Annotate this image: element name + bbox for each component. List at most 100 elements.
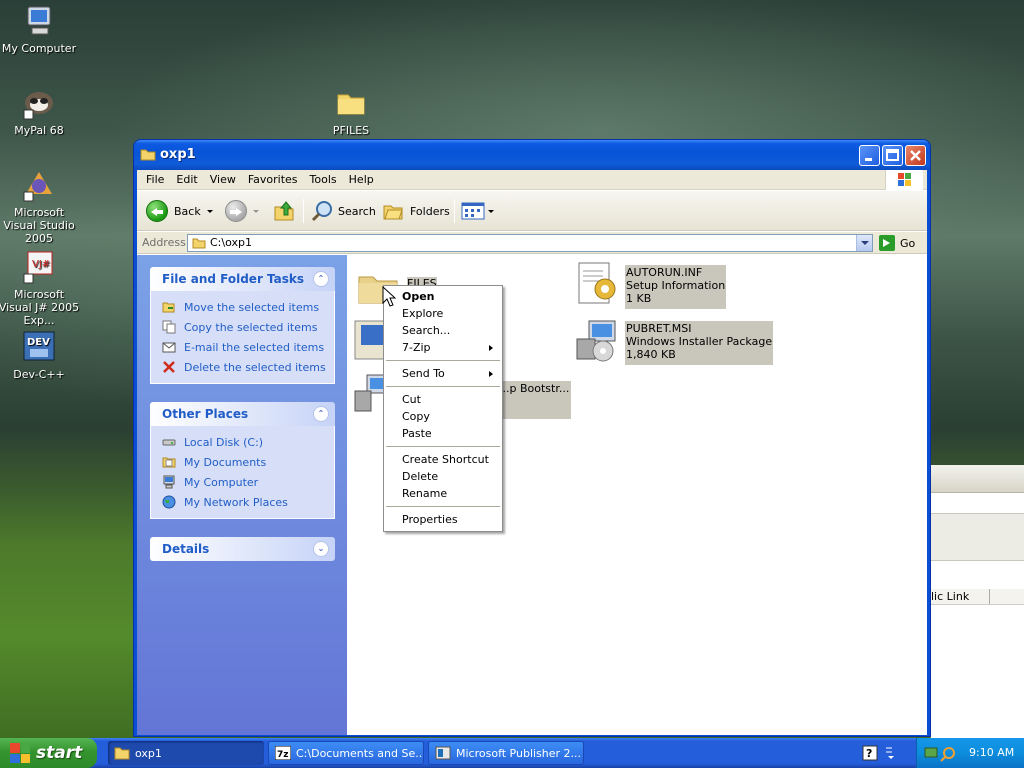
- go-label: Go: [900, 236, 916, 250]
- menu-create-shortcut[interactable]: Create Shortcut: [384, 451, 502, 468]
- desktop-icon-visual-jsharp[interactable]: VJ# Microsoft Visual J# 2005 Exp...: [0, 250, 81, 327]
- task-email-items[interactable]: E-mail the selected items: [162, 337, 334, 357]
- search-button[interactable]: Search: [310, 199, 376, 223]
- email-icon: [162, 340, 176, 354]
- toolbar-separator: [303, 199, 304, 223]
- place-network[interactable]: My Network Places: [162, 492, 334, 512]
- menu-separator: [386, 360, 500, 361]
- clock[interactable]: 9:10 AM: [969, 746, 1014, 759]
- file-item[interactable]: AUTORUN.INF Setup Information 1 KB: [573, 261, 727, 309]
- panel-title: Other Places: [162, 407, 249, 421]
- menu-properties[interactable]: Properties: [384, 511, 502, 528]
- menu-file[interactable]: File: [140, 170, 170, 188]
- explorer-window: oxp1 FileEditViewFavoritesToolsHelp: [133, 139, 931, 737]
- menu-send-to[interactable]: Send To: [384, 365, 502, 382]
- back-label: Back: [174, 204, 201, 218]
- desktop-icon-label: Microsoft Visual Studio 2005: [3, 206, 75, 245]
- menu-7zip[interactable]: 7-Zip: [384, 339, 502, 356]
- expand-icon[interactable]: ⌄: [313, 541, 329, 557]
- file-name: AUTORUN.INF: [626, 266, 703, 279]
- close-button[interactable]: [905, 145, 926, 166]
- folder-icon: [114, 746, 130, 760]
- chevron-down-icon[interactable]: [206, 209, 213, 213]
- chevron-down-icon[interactable]: [253, 209, 259, 213]
- help-icon: ?: [862, 745, 894, 761]
- panel-header[interactable]: File and Folder Tasks ⌃: [150, 267, 335, 291]
- windows-logo-icon: [10, 743, 30, 763]
- place-my-computer[interactable]: My Computer: [162, 472, 334, 492]
- back-button[interactable]: Back: [146, 199, 213, 223]
- window-client: FileEditViewFavoritesToolsHelp Back: [137, 170, 927, 735]
- file-size: 1,840 KB: [626, 348, 676, 361]
- window-title: oxp1: [160, 147, 196, 162]
- menu-delete[interactable]: Delete: [384, 468, 502, 485]
- go-button[interactable]: Go: [879, 234, 915, 252]
- collapse-icon[interactable]: ⌃: [313, 271, 329, 287]
- desktop-icon-label: MyPal 68: [14, 124, 64, 137]
- file-name: ...p Bootstr...: [499, 382, 570, 395]
- maximize-button[interactable]: [882, 145, 903, 166]
- move-icon: [162, 300, 176, 314]
- menu-view[interactable]: View: [204, 170, 242, 188]
- place-my-documents[interactable]: My Documents: [162, 452, 334, 472]
- panel-header[interactable]: Other Places ⌃: [150, 402, 335, 426]
- menu-copy[interactable]: Copy: [384, 408, 502, 425]
- dev-cpp-icon: DEV: [22, 330, 56, 364]
- background-window[interactable]: lic Link: [930, 465, 1024, 738]
- submenu-arrow-icon: [489, 371, 493, 377]
- file-name: PUBRET.MSI: [626, 322, 692, 335]
- menu-rename[interactable]: Rename: [384, 485, 502, 502]
- minimize-button[interactable]: [859, 145, 880, 166]
- details-panel: Details ⌄: [150, 537, 335, 561]
- address-value: C:\oxp1: [210, 236, 252, 249]
- folder-icon: [140, 148, 156, 161]
- svg-text:DEV: DEV: [27, 337, 50, 348]
- language-bar[interactable]: ?: [862, 744, 902, 762]
- start-label: start: [36, 743, 83, 763]
- file-item[interactable]: PUBRET.MSI Windows Installer Package 1,8…: [573, 317, 774, 365]
- collapse-icon[interactable]: ⌃: [313, 406, 329, 422]
- taskbar-task-publisher[interactable]: Microsoft Publisher 2...: [428, 741, 584, 765]
- task-copy-items[interactable]: Copy the selected items: [162, 317, 334, 337]
- submenu-arrow-icon: [489, 345, 493, 351]
- menu-bar: File Edit View Favorites Tools Help: [137, 170, 927, 190]
- address-input[interactable]: C:\oxp1: [187, 234, 873, 252]
- desktop-icon-dev-cpp[interactable]: DEV Dev-C++: [0, 330, 81, 381]
- up-folder-button[interactable]: [272, 199, 296, 223]
- folder-icon: [192, 238, 206, 249]
- toolbar: Back Search Folders: [137, 191, 927, 231]
- menu-tools[interactable]: Tools: [304, 170, 343, 188]
- desktop-icon-pfiles[interactable]: PFILES: [309, 86, 393, 137]
- start-button[interactable]: start: [0, 738, 97, 768]
- menu-help[interactable]: Help: [343, 170, 380, 188]
- taskbar-task-explorer[interactable]: oxp1: [108, 741, 264, 765]
- desktop-icon-label: Dev-C++: [13, 368, 65, 381]
- forward-button[interactable]: [225, 199, 259, 223]
- window-titlebar[interactable]: oxp1: [134, 140, 930, 170]
- menu-edit[interactable]: Edit: [170, 170, 203, 188]
- desktop-icon-visual-studio[interactable]: Microsoft Visual Studio 2005: [0, 168, 81, 245]
- place-local-disk[interactable]: Local Disk (C:): [162, 432, 334, 452]
- toolbar-separator: [454, 199, 455, 223]
- chevron-down-icon[interactable]: [488, 209, 494, 213]
- computer-icon: [22, 4, 56, 38]
- menu-paste[interactable]: Paste: [384, 425, 502, 442]
- desktop-icon-mypal[interactable]: MyPal 68: [0, 86, 81, 137]
- address-dropdown-button[interactable]: [856, 235, 872, 251]
- menu-favorites[interactable]: Favorites: [242, 170, 304, 188]
- desktop-icon-my-computer[interactable]: My Computer: [0, 4, 81, 55]
- folders-button[interactable]: Folders: [382, 199, 450, 223]
- chevron-down-icon: [860, 240, 869, 245]
- task-move-items[interactable]: Move the selected items: [162, 297, 334, 317]
- menu-explore[interactable]: Explore: [384, 305, 502, 322]
- menu-search[interactable]: Search...: [384, 322, 502, 339]
- task-delete-items[interactable]: Delete the selected items: [162, 357, 334, 377]
- desktop: My Computer MyPal 68 Microsoft Visual St…: [0, 0, 1024, 738]
- panel-header[interactable]: Details ⌄: [150, 537, 335, 561]
- views-button[interactable]: [461, 199, 494, 223]
- taskbar-task-7zip[interactable]: 7z C:\Documents and Se...: [268, 741, 424, 765]
- tray-icons[interactable]: [923, 738, 963, 768]
- background-window-column-header[interactable]: lic Link: [931, 589, 1024, 605]
- menu-open[interactable]: Open: [384, 288, 502, 305]
- menu-cut[interactable]: Cut: [384, 391, 502, 408]
